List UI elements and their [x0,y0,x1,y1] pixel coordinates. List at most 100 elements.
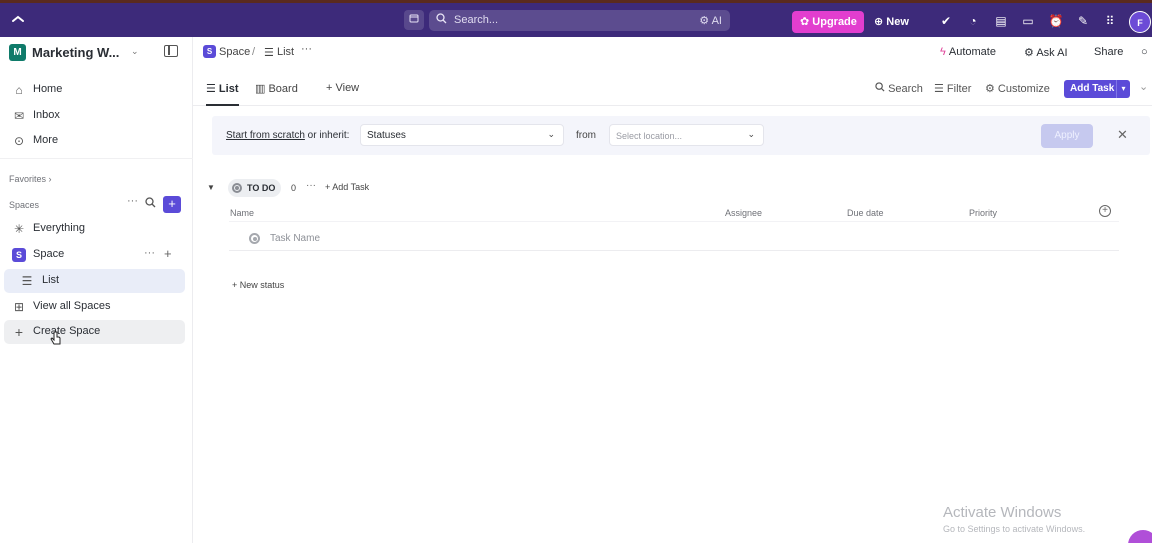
global-search-input[interactable]: Search... ⚙ AI [429,10,730,31]
start-from-scratch-link[interactable]: Start from scratch [226,130,305,141]
chevron-down-icon: ⌄ [131,46,139,56]
task-name-input[interactable]: Task Name [270,233,320,244]
add-view-label: View [335,82,360,94]
divider [229,250,1119,251]
sidebar-item-inbox[interactable]: ✉ Inbox [4,104,185,128]
spaces-more-icon[interactable]: ··· [127,195,138,207]
chevron-down-icon: ⌄ [547,129,555,139]
sidebar-item-label: Create Space [33,325,101,337]
group-more-icon[interactable]: ··· [306,180,316,191]
space-more-icon[interactable]: ··· [144,247,155,259]
status-dot-icon [232,183,242,193]
new-status-button[interactable]: + New status [232,280,284,290]
space-add-icon[interactable]: + [164,246,172,261]
collapse-group-icon[interactable]: ▼ [207,183,215,192]
upgrade-button[interactable]: ✿ Upgrade [792,11,864,33]
check-circle-icon[interactable]: ✔ [938,13,954,29]
timer-icon[interactable]: ◔ [965,13,981,29]
upgrade-icon: ✿ [800,16,810,28]
automate-button[interactable]: ϟ Automate [940,46,996,58]
customize-button[interactable]: ⚙ Customize [985,82,1050,95]
add-view-button[interactable]: + View [326,82,359,94]
sidebar-item-home[interactable]: ⌂ Home [4,78,185,102]
calendar-icon[interactable] [404,10,424,30]
video-icon[interactable]: ▭ [1020,13,1036,29]
search-icon[interactable] [145,197,156,211]
status-badge[interactable]: TO DO [228,179,281,197]
sidebar: M Marketing W... ⌄ ⌂ Home ✉ Inbox ⊙ More… [0,37,193,543]
search-button[interactable]: Search [875,82,923,95]
sidebar-item-label: More [33,134,59,146]
plus-icon: + [232,280,240,290]
user-avatar[interactable]: F [1129,11,1151,33]
sidebar-item-create-space[interactable]: + Create Space [4,320,185,344]
tab-label: List [218,83,239,95]
ai-sparkle-icon: ⚙ [1024,47,1034,59]
plus-circle-icon: ⊕ [874,16,884,28]
location-select[interactable]: Select location... ⌄ [609,124,764,146]
sidebar-item-everything[interactable]: ✳ Everything [4,217,185,241]
column-header-name[interactable]: Name [230,208,254,218]
chat-icon[interactable]: ○ [1141,46,1148,58]
column-header-assignee[interactable]: Assignee [725,208,762,218]
ask-ai-button[interactable]: ⚙ Ask AI [1024,46,1068,59]
chevron-down-icon[interactable]: ▾ [1116,80,1130,98]
hand-cursor-icon [50,331,62,347]
automate-label: Automate [948,46,996,58]
sidebar-item-space[interactable]: S Space ··· + [4,243,185,267]
inbox-icon: ✉ [13,109,25,123]
tab-board[interactable]: ▥ Board [255,82,298,95]
ai-button[interactable]: ⚙ AI [699,14,722,27]
group-add-task-button[interactable]: + Add Task [325,182,369,192]
task-status-icon[interactable] [249,233,260,244]
search-placeholder: Search... [454,14,499,26]
sidebar-item-view-all-spaces[interactable]: ⊞ View all Spaces [4,295,185,319]
ask-ai-label: Ask AI [1036,47,1068,59]
share-button[interactable]: Share [1094,46,1123,58]
add-task-button[interactable]: Add Task ▾ [1064,80,1130,98]
sidebar-item-label: Inbox [33,109,60,121]
new-label: New [886,16,909,28]
add-column-icon[interactable]: + [1099,205,1111,217]
help-bubble-icon[interactable] [1128,530,1152,543]
sidebar-item-list[interactable]: ☰ List [4,269,185,293]
sidebar-item-more[interactable]: ⊙ More [4,129,185,153]
sidebar-toggle-icon[interactable] [164,45,178,57]
close-icon[interactable]: ✕ [1117,127,1128,143]
add-space-button[interactable]: + [163,196,181,213]
filter-button[interactable]: ☰ Filter [934,82,971,95]
breadcrumb-space-badge: S [203,45,216,58]
new-button[interactable]: ⊕ New [874,11,909,33]
activate-windows-title: Activate Windows [943,504,1062,521]
apps-grid-icon[interactable]: ⠿ [1102,13,1118,29]
space-badge: S [12,248,26,262]
apply-button[interactable]: Apply [1041,124,1093,148]
breadcrumb-more-icon[interactable]: ··· [301,43,312,55]
edit-icon[interactable]: ✎ [1075,13,1091,29]
alarm-icon[interactable]: ⏰ [1048,13,1064,29]
statuses-select[interactable]: Statuses ⌄ [360,124,564,146]
clickup-logo-icon[interactable] [10,11,26,27]
breadcrumb-space[interactable]: Space [219,46,250,58]
tab-list[interactable]: ☰ List [206,82,238,95]
sidebar-item-label: View all Spaces [33,300,111,312]
column-header-due-date[interactable]: Due date [847,208,884,218]
search-label: Search [888,83,923,95]
breadcrumb-list-icon: ☰ [264,47,274,59]
list-icon: ☰ [21,274,33,288]
sidebar-item-label: Home [33,83,63,95]
group-task-count: 0 [291,183,297,193]
group-add-task-label: Add Task [332,182,370,192]
tab-label: Board [268,83,298,95]
status-label: TO DO [247,183,276,193]
clipboard-icon[interactable]: ▤ [993,13,1009,29]
sidebar-item-label: Space [33,248,65,260]
ai-label: AI [711,15,722,27]
customize-label: Customize [997,83,1050,95]
inherit-label: or inherit: [304,130,350,141]
search-icon [875,82,888,95]
collapse-chevron-icon[interactable]: ⌄ [1139,80,1148,93]
favorites-header[interactable]: Favorites › [9,174,52,184]
column-header-priority[interactable]: Priority [969,208,997,218]
breadcrumb-list[interactable]: List [277,46,294,58]
